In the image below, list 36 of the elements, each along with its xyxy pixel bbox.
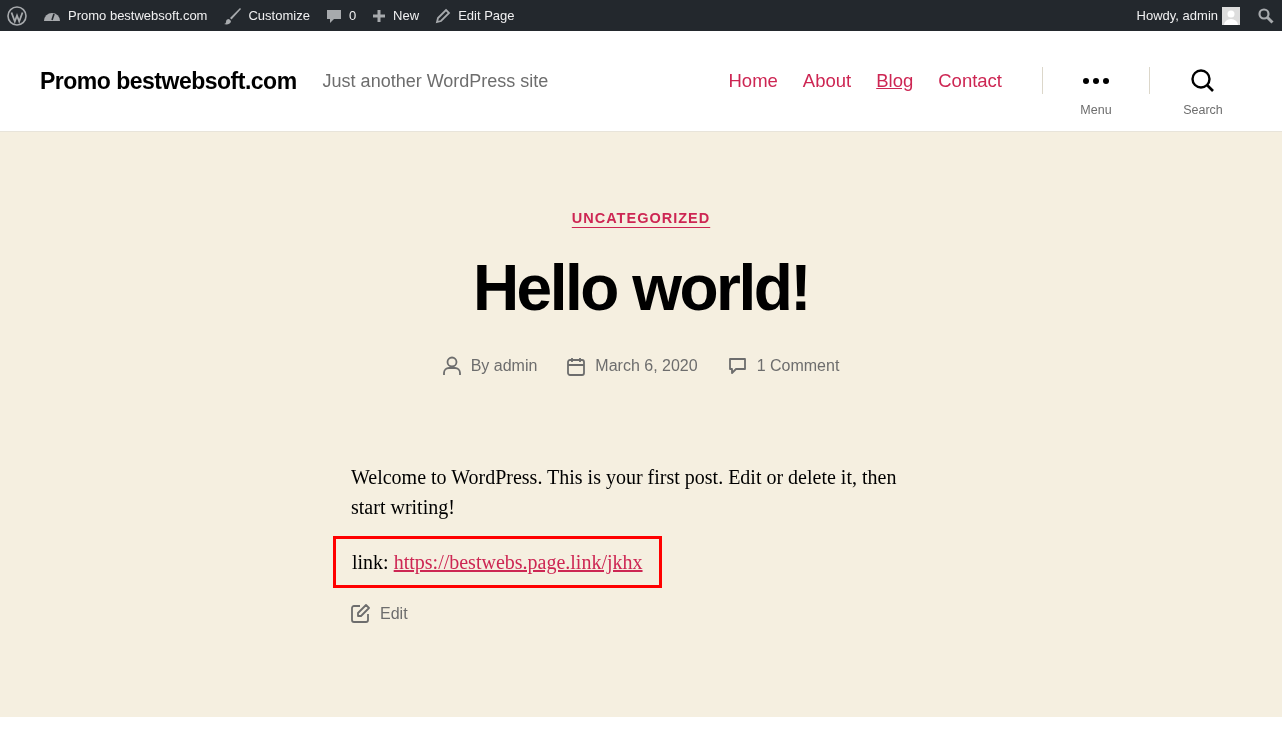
post-paragraph: Welcome to WordPress. This is your first post. Edit or delete it, then start writing! [351,465,898,521]
site-title[interactable]: Promo bestwebsoft.com [40,67,297,95]
search-icon [1191,69,1215,93]
avatar-icon[interactable] [1222,6,1240,25]
nav-link[interactable]: Home [728,70,778,92]
nav-link[interactable]: Contact [938,70,1002,92]
speech-bubble-icon [325,7,342,24]
edit-icon [351,604,370,623]
toolbar-item[interactable]: Edit Page [427,0,523,31]
link-paragraph: link: https://bestwebs.page.link/jkhx [333,536,662,588]
greeting-link[interactable]: Howdy, admin [1136,8,1218,23]
pencil-icon [435,7,452,24]
toolbar-item[interactable]: Promo bestwebsoft.com [35,0,216,31]
category-link[interactable]: UNCATEGORIZED [571,210,711,226]
more-dots-icon [1083,78,1109,84]
paintbrush-icon [223,6,242,25]
toolbar-item[interactable]: 0 [317,0,365,31]
search-icon[interactable] [1258,7,1274,24]
author-link[interactable]: By admin [470,357,538,375]
comments-link[interactable]: 1 Comment [756,357,840,375]
speech-bubble-icon [727,357,747,375]
post-title: Hello world! [471,256,811,320]
date-link[interactable]: March 6, 2020 [595,357,698,375]
search-button[interactable]: Search [1150,69,1256,117]
person-icon [442,356,461,376]
site-tagline: Just another WordPress site [322,70,550,92]
menu-button[interactable]: Menu [1043,69,1149,117]
edit-link[interactable]: Edit [380,604,408,623]
plus-icon [372,8,387,23]
toolbar-item[interactable]: New [364,0,428,31]
url-link[interactable]: https://bestwebs.page.link/jkhx [393,551,643,573]
toolbar-item[interactable]: Customize [215,0,318,31]
wordpress-logo-icon [7,5,27,26]
nav-link[interactable]: Blog [876,70,914,92]
nav-link[interactable]: About [802,70,852,92]
calendar-icon [567,356,586,376]
